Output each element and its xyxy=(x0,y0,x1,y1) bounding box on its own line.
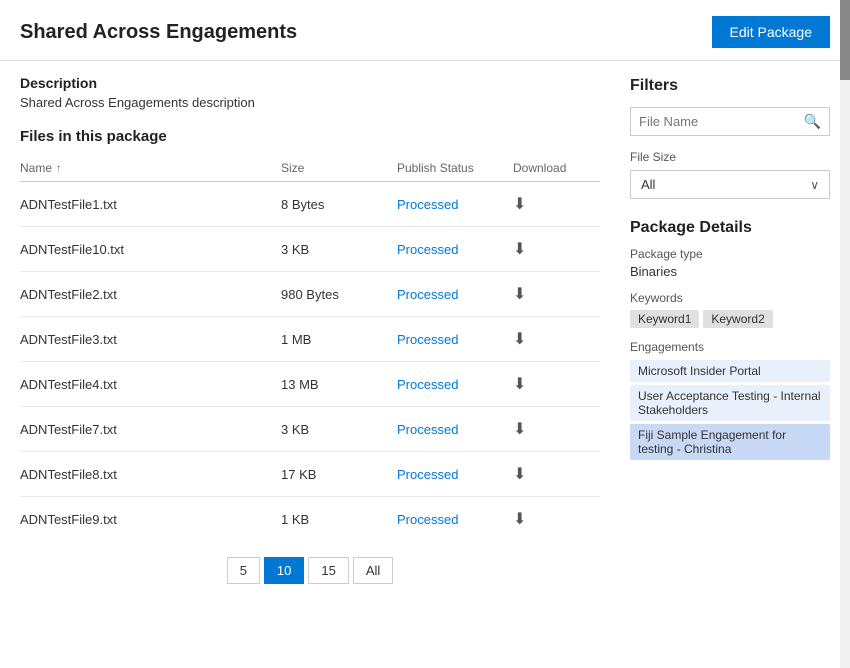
files-tbody: ADNTestFile1.txt 8 Bytes Processed ⬇ ADN… xyxy=(20,182,600,542)
files-title: Files in this package xyxy=(20,128,600,145)
package-type-section: Package type Binaries xyxy=(630,247,830,279)
file-name-cell: ADNTestFile4.txt xyxy=(20,362,281,407)
file-size-label: File Size xyxy=(630,150,830,164)
search-box[interactable]: 🔍 xyxy=(630,107,830,136)
file-size-cell: 1 MB xyxy=(281,317,397,362)
download-icon[interactable]: ⬇ xyxy=(513,464,526,484)
table-row: ADNTestFile10.txt 3 KB Processed ⬇ xyxy=(20,227,600,272)
file-name-cell: ADNTestFile3.txt xyxy=(20,317,281,362)
file-status-cell: Processed xyxy=(397,452,513,497)
keywords-label: Keywords xyxy=(630,291,830,305)
left-panel: Description Shared Across Engagements de… xyxy=(20,61,630,668)
engagement-item: Fiji Sample Engagement for testing - Chr… xyxy=(630,424,830,460)
col-header-download: Download xyxy=(513,155,600,182)
download-icon[interactable]: ⬇ xyxy=(513,419,526,439)
file-size-value: All xyxy=(641,177,655,192)
description-section: Description Shared Across Engagements de… xyxy=(20,61,600,120)
engagement-item: User Acceptance Testing - Internal Stake… xyxy=(630,385,830,421)
keywords-section: Keywords Keyword1Keyword2 xyxy=(630,291,830,328)
engagements-section: Engagements Microsoft Insider Portal User… xyxy=(630,340,830,460)
page-button-10[interactable]: 10 xyxy=(264,557,304,584)
file-size-cell: 17 KB xyxy=(281,452,397,497)
file-status-cell: Processed xyxy=(397,407,513,452)
file-status-cell: Processed xyxy=(397,227,513,272)
file-download-cell[interactable]: ⬇ xyxy=(513,497,600,542)
package-details-title: Package Details xyxy=(630,219,830,237)
sort-asc-icon[interactable]: ↑ xyxy=(56,163,61,174)
scrollbar-thumb[interactable] xyxy=(840,0,850,80)
file-name-cell: ADNTestFile9.txt xyxy=(20,497,281,542)
description-label: Description xyxy=(20,75,600,91)
header: Shared Across Engagements Edit Package xyxy=(0,0,850,61)
file-download-cell[interactable]: ⬇ xyxy=(513,182,600,227)
page-button-15[interactable]: 15 xyxy=(308,557,348,584)
file-size-cell: 980 Bytes xyxy=(281,272,397,317)
file-size-cell: 3 KB xyxy=(281,407,397,452)
page-title: Shared Across Engagements xyxy=(20,21,297,44)
package-type-value: Binaries xyxy=(630,264,830,279)
download-icon[interactable]: ⬇ xyxy=(513,194,526,214)
engagement-item: Microsoft Insider Portal xyxy=(630,360,830,382)
search-icon: 🔍 xyxy=(804,113,821,130)
file-download-cell[interactable]: ⬇ xyxy=(513,407,600,452)
file-name-cell: ADNTestFile1.txt xyxy=(20,182,281,227)
file-name-search-input[interactable] xyxy=(639,114,804,129)
keyword-tag: Keyword1 xyxy=(630,310,699,328)
pagination: 51015All xyxy=(20,541,600,594)
engagements-list: Microsoft Insider Portal User Acceptance … xyxy=(630,360,830,460)
file-status-cell: Processed xyxy=(397,272,513,317)
page-container: Shared Across Engagements Edit Package D… xyxy=(0,0,850,668)
filters-title: Filters xyxy=(630,77,830,95)
table-row: ADNTestFile9.txt 1 KB Processed ⬇ xyxy=(20,497,600,542)
keywords-row: Keyword1Keyword2 xyxy=(630,310,830,328)
download-icon[interactable]: ⬇ xyxy=(513,284,526,304)
col-header-name: Name ↑ xyxy=(20,155,281,182)
files-table: Name ↑ Size Publish Status Download ADNT… xyxy=(20,155,600,541)
download-icon[interactable]: ⬇ xyxy=(513,329,526,349)
engagements-label: Engagements xyxy=(630,340,830,354)
scrollbar-track[interactable] xyxy=(840,0,850,668)
file-download-cell[interactable]: ⬇ xyxy=(513,452,600,497)
table-header-row: Name ↑ Size Publish Status Download xyxy=(20,155,600,182)
file-name-cell: ADNTestFile10.txt xyxy=(20,227,281,272)
download-icon[interactable]: ⬇ xyxy=(513,374,526,394)
page-button-all[interactable]: All xyxy=(353,557,393,584)
right-panel: Filters 🔍 File Size All ∨ Package Detail… xyxy=(630,61,830,668)
files-section: Files in this package Name ↑ Size Publ xyxy=(20,120,600,594)
main-content: Description Shared Across Engagements de… xyxy=(0,61,850,668)
file-status-cell: Processed xyxy=(397,497,513,542)
edit-package-button[interactable]: Edit Package xyxy=(712,16,831,48)
chevron-down-icon: ∨ xyxy=(810,178,819,192)
file-status-cell: Processed xyxy=(397,362,513,407)
table-row: ADNTestFile3.txt 1 MB Processed ⬇ xyxy=(20,317,600,362)
file-name-cell: ADNTestFile2.txt xyxy=(20,272,281,317)
file-download-cell[interactable]: ⬇ xyxy=(513,362,600,407)
file-name-cell: ADNTestFile7.txt xyxy=(20,407,281,452)
file-size-dropdown[interactable]: All ∨ xyxy=(630,170,830,199)
file-size-cell: 3 KB xyxy=(281,227,397,272)
package-type-label: Package type xyxy=(630,247,830,261)
col-header-status: Publish Status xyxy=(397,155,513,182)
file-size-cell: 1 KB xyxy=(281,497,397,542)
table-row: ADNTestFile4.txt 13 MB Processed ⬇ xyxy=(20,362,600,407)
description-text: Shared Across Engagements description xyxy=(20,95,600,110)
download-icon[interactable]: ⬇ xyxy=(513,509,526,529)
file-download-cell[interactable]: ⬇ xyxy=(513,317,600,362)
file-size-cell: 8 Bytes xyxy=(281,182,397,227)
table-row: ADNTestFile7.txt 3 KB Processed ⬇ xyxy=(20,407,600,452)
keyword-tag: Keyword2 xyxy=(703,310,772,328)
file-size-cell: 13 MB xyxy=(281,362,397,407)
file-download-cell[interactable]: ⬇ xyxy=(513,272,600,317)
file-name-cell: ADNTestFile8.txt xyxy=(20,452,281,497)
table-row: ADNTestFile2.txt 980 Bytes Processed ⬇ xyxy=(20,272,600,317)
table-row: ADNTestFile8.txt 17 KB Processed ⬇ xyxy=(20,452,600,497)
col-header-size: Size xyxy=(281,155,397,182)
table-row: ADNTestFile1.txt 8 Bytes Processed ⬇ xyxy=(20,182,600,227)
file-download-cell[interactable]: ⬇ xyxy=(513,227,600,272)
download-icon[interactable]: ⬇ xyxy=(513,239,526,259)
file-status-cell: Processed xyxy=(397,182,513,227)
file-status-cell: Processed xyxy=(397,317,513,362)
page-button-5[interactable]: 5 xyxy=(227,557,260,584)
